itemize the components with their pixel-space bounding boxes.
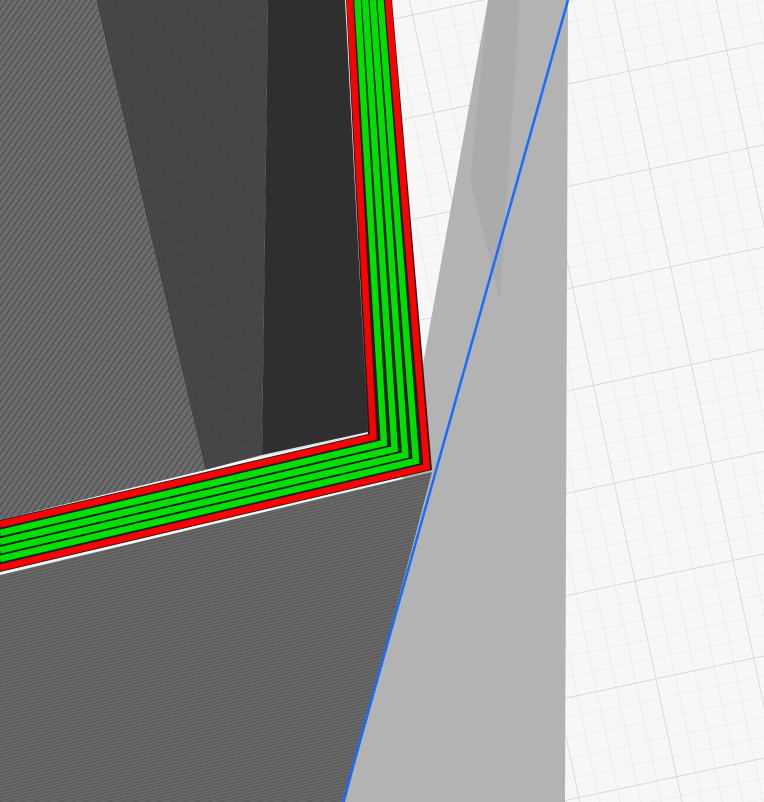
viewport-canvas[interactable] bbox=[0, 0, 764, 802]
3d-viewport[interactable] bbox=[0, 0, 764, 802]
